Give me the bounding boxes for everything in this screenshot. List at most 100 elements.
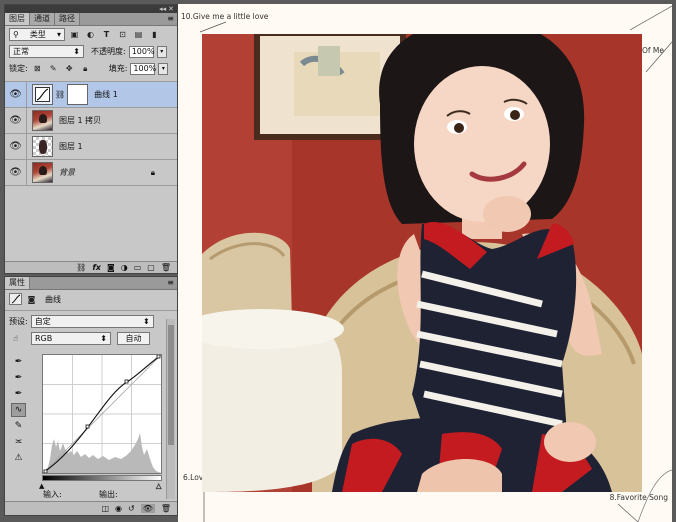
- lock-brush-icon[interactable]: ✎: [47, 63, 60, 75]
- visibility-eye-icon[interactable]: 👁︎: [5, 159, 27, 186]
- curves-tools: ✒ ✒ ✒ ∿ ✎ ≍ ⚠: [11, 355, 26, 465]
- blend-mode-select[interactable]: 正常 ⬍: [9, 45, 84, 58]
- adjustment-layer-icon[interactable]: ◑: [121, 263, 128, 272]
- smart-object-filter-icon[interactable]: ▤: [132, 29, 145, 41]
- curves-adjustment-icon: [32, 84, 53, 105]
- opacity-label: 不透明度:: [91, 47, 126, 56]
- properties-title-row: ◙ 曲线: [5, 290, 177, 308]
- layer-row-layer1-copy[interactable]: 👁︎ 图层 1 拷贝: [5, 107, 177, 134]
- blend-mode-value: 正常: [13, 47, 29, 56]
- lock-all-icon[interactable]: 🔒︎: [79, 63, 92, 75]
- curves-adjustment-icon[interactable]: [9, 293, 22, 305]
- document-canvas[interactable]: 10.Give me a little love 3.Best Of Me 6.…: [178, 4, 672, 522]
- scrollbar-thumb[interactable]: [168, 325, 174, 445]
- tab-layers[interactable]: 图层: [5, 13, 30, 25]
- layer-row-layer1[interactable]: 👁︎ 图层 1: [5, 133, 177, 160]
- properties-tabs: 属性 ≡: [5, 277, 177, 290]
- auto-button[interactable]: 自动: [117, 331, 150, 345]
- trash-icon[interactable]: 🗑︎: [161, 263, 171, 272]
- new-layer-icon[interactable]: ▢: [147, 263, 155, 272]
- channel-select[interactable]: RGB ⬍: [31, 331, 111, 345]
- chevron-down-icon: ▾: [56, 30, 61, 39]
- preset-label: 预设:: [9, 316, 28, 326]
- fill-dropdown-icon[interactable]: ▾: [158, 62, 169, 75]
- fill-input[interactable]: 100%: [130, 62, 156, 75]
- properties-panel: 属性 ≡ ◙ 曲线 预设: 自定 ⬍ ☝︎ RGB ⬍ 自动 ✒ ✒ ✒ ∿ ✎…: [4, 276, 178, 516]
- lock-label: 锁定:: [9, 64, 28, 73]
- panel-menu-icon[interactable]: ≡: [167, 13, 177, 25]
- layer-row-curves[interactable]: 👁︎ ⛓︎ 曲线 1: [5, 81, 177, 108]
- smooth-curve-icon[interactable]: ≍: [11, 435, 26, 449]
- on-image-adjust-icon[interactable]: ☝︎: [9, 332, 22, 344]
- curve-point[interactable]: [43, 469, 48, 474]
- preset-value: 自定: [34, 316, 51, 326]
- black-eyedropper-icon[interactable]: ✒: [11, 355, 26, 369]
- lock-icon: 🔒︎: [150, 167, 155, 177]
- collapse-icon[interactable]: ◂◂: [159, 5, 166, 13]
- tab-paths[interactable]: 路径: [55, 13, 80, 25]
- white-point-slider[interactable]: △: [156, 482, 162, 491]
- channel-row: ☝︎ RGB ⬍ 自动: [5, 329, 177, 347]
- visibility-eye-icon[interactable]: 👁︎: [5, 133, 27, 160]
- layer-thumbnail: [32, 162, 53, 183]
- layer-name: 背景: [59, 168, 75, 177]
- reset-icon[interactable]: ↺: [128, 504, 135, 513]
- opacity-input[interactable]: 100%: [128, 45, 155, 58]
- opacity-dropdown-icon[interactable]: ▾: [156, 45, 167, 58]
- white-eyedropper-icon[interactable]: ✒: [11, 387, 26, 401]
- curve-point-tool-icon[interactable]: ∿: [11, 403, 26, 417]
- mask-icon[interactable]: ◙: [25, 293, 38, 305]
- filter-kind-select[interactable]: ⚲ 类型 ▾: [9, 28, 65, 41]
- gray-eyedropper-icon[interactable]: ✒: [11, 371, 26, 385]
- lock-move-icon[interactable]: ✥: [63, 63, 76, 75]
- add-mask-icon[interactable]: ◙: [107, 263, 115, 272]
- close-panel-icon[interactable]: ✕: [168, 5, 174, 13]
- pixel-filter-icon[interactable]: ▣: [68, 29, 81, 41]
- layers-bottom-toolbar: ⛓︎ fx ◙ ◑ ▭ ▢ 🗑︎: [5, 261, 177, 273]
- tab-properties[interactable]: 属性: [5, 277, 30, 289]
- curve-point[interactable]: [85, 424, 90, 429]
- new-group-icon[interactable]: ▭: [134, 263, 142, 272]
- blend-row: 正常 ⬍ 不透明度: 100% ▾: [5, 43, 177, 60]
- clipping-warning-icon[interactable]: ⚠: [11, 451, 26, 465]
- view-previous-icon[interactable]: ◉: [115, 504, 122, 513]
- divider: [5, 310, 177, 311]
- layer-mask-thumbnail[interactable]: [67, 84, 89, 105]
- layer-row-background[interactable]: 👁︎ 背景 🔒︎: [5, 159, 177, 186]
- lock-row: 锁定: ⊠ ✎ ✥ 🔒︎ 填充: 100% ▾: [5, 60, 177, 77]
- panel-header-strip: ◂◂ ✕: [5, 5, 177, 13]
- chevron-down-icon: ⬍: [73, 47, 80, 56]
- shape-filter-icon[interactable]: ⊡: [116, 29, 129, 41]
- layer-thumbnail: [32, 110, 53, 131]
- curve-point[interactable]: [156, 354, 161, 359]
- panel-menu-icon[interactable]: ≡: [167, 277, 177, 289]
- curves-graph[interactable]: [42, 354, 162, 474]
- properties-scrollbar[interactable]: [166, 319, 175, 499]
- fill-label: 填充:: [108, 64, 128, 73]
- pencil-icon[interactable]: ✎: [11, 419, 26, 433]
- tab-channels[interactable]: 通道: [30, 13, 55, 25]
- filter-toggle-icon[interactable]: ▮: [148, 29, 161, 41]
- lock-transparent-icon[interactable]: ⊠: [31, 63, 44, 75]
- curves-svg: [42, 354, 162, 474]
- type-filter-icon[interactable]: T: [100, 29, 113, 41]
- clip-to-layer-icon[interactable]: ◫: [101, 504, 109, 513]
- visibility-eye-icon[interactable]: 👁︎: [5, 81, 27, 108]
- properties-title: 曲线: [45, 294, 61, 304]
- adjustment-filter-icon[interactable]: ◐: [84, 29, 97, 41]
- visibility-eye-icon[interactable]: 👁︎: [5, 107, 27, 134]
- preset-select[interactable]: 自定 ⬍: [30, 314, 154, 328]
- curve-point[interactable]: [124, 379, 129, 384]
- toggle-visibility-icon[interactable]: 👁︎: [140, 504, 155, 513]
- fx-icon[interactable]: fx: [92, 263, 101, 272]
- preset-row: 预设: 自定 ⬍: [5, 313, 177, 329]
- layer-thumbnail: [32, 136, 53, 157]
- layers-list: 👁︎ ⛓︎ 曲线 1 👁︎ 图层 1 拷贝 👁︎ 图层 1 👁︎ 背景 🔒︎: [5, 81, 177, 186]
- layer-name: 图层 1: [59, 142, 83, 151]
- output-label: 输出:: [99, 490, 118, 499]
- chevron-down-icon: ⬍: [100, 333, 107, 343]
- portrait-photo: [202, 34, 642, 492]
- trash-icon[interactable]: 🗑︎: [161, 504, 171, 513]
- link-layers-icon[interactable]: ⛓︎: [76, 263, 86, 272]
- mask-link-icon[interactable]: ⛓︎: [55, 90, 65, 99]
